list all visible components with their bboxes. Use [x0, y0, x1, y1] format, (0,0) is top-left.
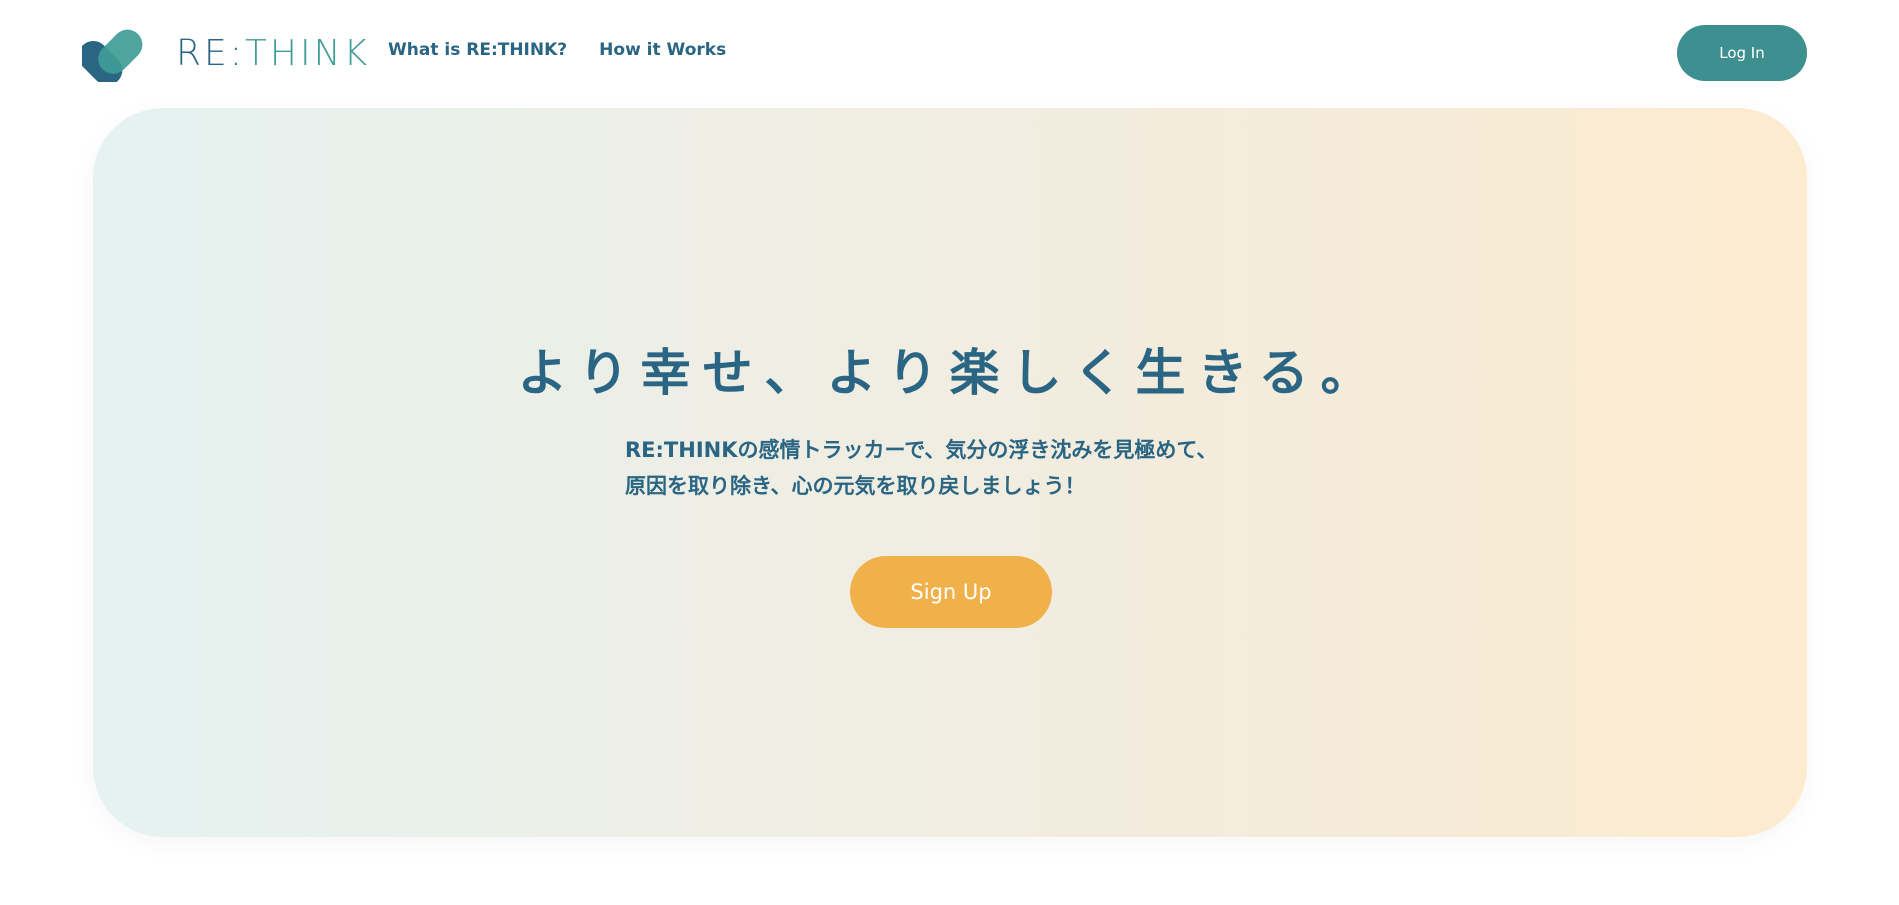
nav-link-how-it-works[interactable]: How it Works: [599, 40, 726, 60]
heart-logo-icon: [82, 29, 143, 82]
brand-logo[interactable]: RE:THINK: [82, 26, 370, 82]
site-header: RE:THINK What is RE:THINK? How it Works …: [0, 0, 1899, 108]
signup-button[interactable]: Sign Up: [850, 556, 1052, 628]
brand-name-prefix: RE:: [176, 33, 245, 74]
hero-section: より幸せ、より楽しく生きる。 RE:THINKの感情トラッカーで、気分の浮き沈み…: [93, 108, 1807, 837]
hero-subtitle: RE:THINKの感情トラッカーで、気分の浮き沈みを見極めて、 原因を取り除き、…: [625, 432, 1217, 504]
main-nav: What is RE:THINK? How it Works: [388, 40, 726, 60]
hero-subtitle-line-2: 原因を取り除き、心の元気を取り戻しましょう！: [625, 474, 1086, 498]
brand-wordmark: RE:THINK: [176, 36, 370, 72]
login-button[interactable]: Log In: [1677, 25, 1807, 81]
nav-link-what-is-rethink[interactable]: What is RE:THINK?: [388, 40, 567, 60]
hero-title: より幸せ、より楽しく生きる。: [517, 344, 1383, 402]
brand-name-suffix: THINK: [244, 33, 371, 74]
hero-subtitle-line-1: RE:THINKの感情トラッカーで、気分の浮き沈みを見極めて、: [625, 438, 1218, 462]
